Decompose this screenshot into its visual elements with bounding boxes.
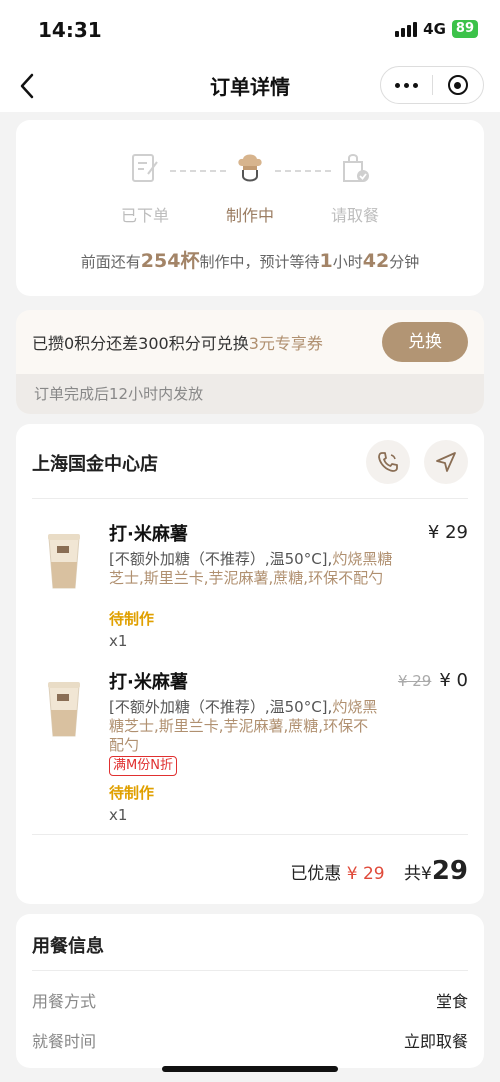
- item-price: ¥ 29: [427, 522, 468, 543]
- item-spec: [不额外加糖（不推荐）,温50°C],灼烧黑糖芝士,斯里兰卡,芋泥麻薯,蔗糖,环…: [109, 698, 378, 754]
- points-note: 订单完成后12小时内发放: [16, 374, 484, 414]
- bag-icon: [343, 154, 369, 182]
- call-store-button[interactable]: [366, 440, 410, 484]
- item-price: ¥ 29 ¥ 0: [397, 670, 468, 691]
- chef-icon: [238, 154, 262, 182]
- wait-estimate: 前面还有254杯制作中，预计等待1小时42分钟: [80, 250, 420, 272]
- total-amount: 29: [431, 856, 468, 886]
- item-status: 待制作: [109, 784, 155, 802]
- dining-info-card: 用餐信息 用餐方式 堂食 就餐时间 立即取餐: [16, 914, 484, 1068]
- points-text: 已攒0积分还差300积分可兑换3元专享券: [32, 334, 323, 353]
- order-total: 已优惠 ¥ 29 共¥29: [290, 856, 468, 886]
- battery-level: 89: [455, 21, 474, 36]
- more-icon[interactable]: [381, 82, 432, 88]
- step-ordered: 已下单: [100, 152, 190, 226]
- nav-bar: 订单详情: [0, 60, 500, 112]
- status-bar: 14:31 4G 89: [0, 0, 500, 60]
- item-status: 待制作: [109, 610, 155, 628]
- wait-hours: 1: [319, 250, 333, 272]
- step-making: 制作中: [205, 152, 295, 226]
- coupon-highlight: 3元专享券: [248, 334, 323, 353]
- signal-icon: [395, 21, 418, 37]
- redeem-button[interactable]: 兑换: [382, 322, 468, 362]
- close-target-icon[interactable]: [432, 75, 483, 95]
- promo-badge: 满M份N折: [109, 756, 177, 776]
- step-label: 制作中: [225, 206, 274, 225]
- order-card: 上海国金中心店 打·米麻薯 [不额外加糖（不推荐）,温50°C],灼烧黑糖芝士,…: [16, 424, 484, 904]
- status-right: 4G 89: [395, 20, 478, 38]
- item-name: 打·米麻薯: [109, 524, 188, 545]
- step-label: 请取餐: [330, 206, 379, 225]
- home-indicator: [162, 1066, 338, 1072]
- store-name: 上海国金中心店: [32, 454, 158, 475]
- points-card: 已攒0积分还差300积分可兑换3元专享券 兑换 订单完成后12小时内发放: [16, 310, 484, 414]
- progress-steps: 已下单 制作中 请取餐: [16, 152, 484, 242]
- item-qty: x1: [109, 806, 128, 824]
- network-label: 4G: [423, 20, 446, 38]
- discount-amount: ¥ 29: [346, 864, 385, 884]
- status-time: 14:31: [38, 18, 102, 42]
- navigation-arrow-icon: [436, 452, 456, 472]
- item-original-price: ¥ 29: [397, 672, 432, 690]
- item-name: 打·米麻薯: [109, 672, 188, 693]
- order-progress-card: 已下单 制作中 请取餐 前面还有254杯制作中，预计等待1小时42分钟: [16, 120, 484, 296]
- order-icon: [132, 154, 158, 182]
- step-pickup: 请取餐: [310, 152, 400, 226]
- battery-icon: 89: [451, 20, 478, 38]
- phone-icon: [378, 452, 398, 472]
- step-label: 已下单: [120, 206, 169, 225]
- mini-program-capsule: [380, 66, 484, 104]
- section-title: 用餐信息: [32, 936, 104, 957]
- wait-minutes: 42: [362, 250, 390, 272]
- drink-cup-image: [48, 682, 80, 737]
- queue-count: 254杯: [140, 250, 200, 272]
- drink-cup-image: [48, 534, 80, 589]
- item-qty: x1: [109, 632, 128, 650]
- item-spec: [不额外加糖（不推荐）,温50°C],灼烧黑糖芝士,斯里兰卡,芋泥麻薯,蔗糖,环…: [109, 550, 393, 587]
- navigate-store-button[interactable]: [424, 440, 468, 484]
